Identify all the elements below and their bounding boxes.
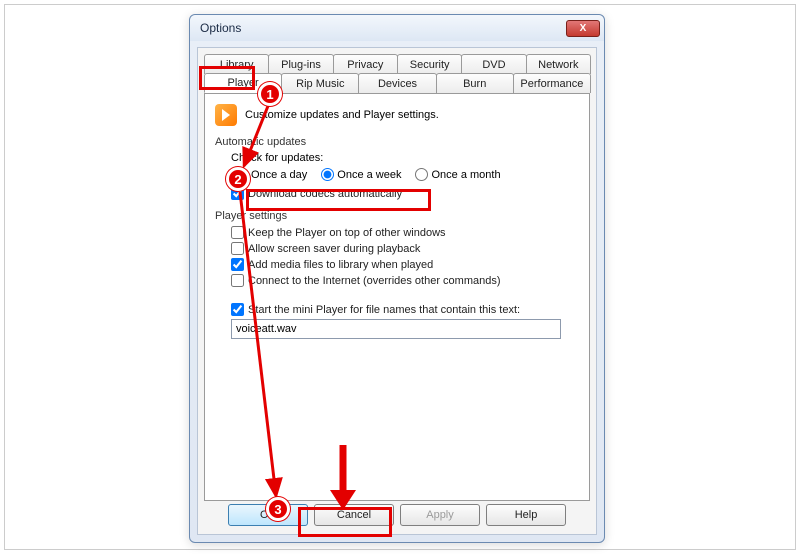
apply-button[interactable]: Apply xyxy=(400,504,480,526)
checkbox-internet[interactable]: Connect to the Internet (overrides other… xyxy=(231,274,579,287)
options-dialog: Options X Library Plug-ins Privacy Secur… xyxy=(189,14,605,543)
tab-dvd[interactable]: DVD xyxy=(461,54,526,74)
marker-3: 3 xyxy=(266,497,290,521)
tab-devices[interactable]: Devices xyxy=(358,73,436,93)
close-button[interactable]: X xyxy=(566,20,600,37)
player-settings-title: Player settings xyxy=(215,210,579,222)
check-updates-label: Check for updates: xyxy=(231,152,579,164)
update-frequency-group: Once a day Once a week Once a month xyxy=(235,168,579,181)
cancel-button[interactable]: Cancel xyxy=(314,504,394,526)
dialog-button-row: OK Cancel Apply Help xyxy=(198,504,596,526)
tab-burn[interactable]: Burn xyxy=(436,73,514,93)
radio-once-week[interactable]: Once a week xyxy=(321,168,401,181)
tab-rip-music[interactable]: Rip Music xyxy=(281,73,359,93)
radio-once-month[interactable]: Once a month xyxy=(415,168,500,181)
tab-content: Customize updates and Player settings. A… xyxy=(204,93,590,501)
window-title: Options xyxy=(200,21,241,35)
tab-network[interactable]: Network xyxy=(526,54,591,74)
titlebar[interactable]: Options X xyxy=(190,15,604,41)
tab-security[interactable]: Security xyxy=(397,54,462,74)
tab-privacy[interactable]: Privacy xyxy=(333,54,398,74)
auto-updates-title: Automatic updates xyxy=(215,136,579,148)
marker-2: 2 xyxy=(226,167,250,191)
tab-plugins[interactable]: Plug-ins xyxy=(268,54,333,74)
fieldset-player-settings: Player settings Keep the Player on top o… xyxy=(215,210,579,339)
help-button[interactable]: Help xyxy=(486,504,566,526)
fieldset-auto-updates: Automatic updates Check for updates: Onc… xyxy=(215,136,579,200)
header-text: Customize updates and Player settings. xyxy=(245,109,439,121)
player-icon xyxy=(215,104,237,126)
mini-player-text-input[interactable] xyxy=(231,319,561,339)
tab-strip: Library Plug-ins Privacy Security DVD Ne… xyxy=(198,48,596,93)
marker-1: 1 xyxy=(258,82,282,106)
checkbox-add-media[interactable]: Add media files to library when played xyxy=(231,258,579,271)
checkbox-keep-on-top[interactable]: Keep the Player on top of other windows xyxy=(231,226,579,239)
client-area: Library Plug-ins Privacy Security DVD Ne… xyxy=(197,47,597,535)
tab-performance[interactable]: Performance xyxy=(513,73,591,93)
tab-library[interactable]: Library xyxy=(204,54,269,74)
checkbox-mini-player[interactable]: Start the mini Player for file names tha… xyxy=(231,303,579,316)
checkbox-download-codecs[interactable]: Download codecs automatically xyxy=(231,187,579,200)
close-icon: X xyxy=(580,23,587,34)
checkbox-screen-saver[interactable]: Allow screen saver during playback xyxy=(231,242,579,255)
